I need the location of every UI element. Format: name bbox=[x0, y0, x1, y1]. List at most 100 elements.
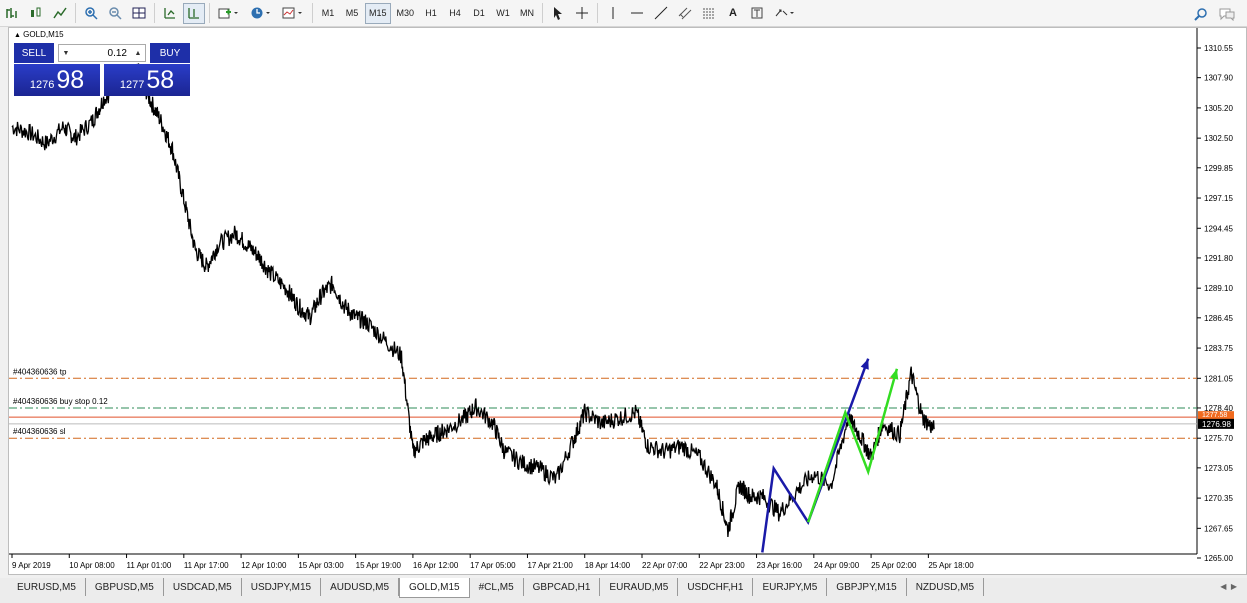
chart-tab[interactable]: EURJPY,M5 bbox=[753, 578, 828, 596]
chart-window[interactable]: 1310.55 1307.90 1305.20 1302.50 1299.85 1297.… bbox=[8, 27, 1247, 575]
tab-scroll-arrows-icon[interactable]: ◀ ▶ bbox=[1220, 582, 1237, 591]
toolbar-separator bbox=[597, 3, 599, 23]
collapse-triangle-icon[interactable]: ▲ bbox=[14, 32, 21, 39]
toolbar: M1 M5 M15 M30 H1 H4 D1 W1 MN A bbox=[0, 0, 1247, 27]
timeframe-m15[interactable]: M15 bbox=[365, 2, 391, 24]
chart-tab[interactable]: GBPJPY,M15 bbox=[827, 578, 907, 596]
text-label-icon[interactable] bbox=[746, 3, 768, 24]
toolbar-separator bbox=[542, 3, 544, 23]
x-tick-label: 25 Apr 18:00 bbox=[928, 561, 974, 570]
symbol-text: GOLD,M15 bbox=[23, 30, 64, 39]
y-tick-label: 1273.05 bbox=[1204, 464, 1233, 473]
crosshair-icon[interactable] bbox=[571, 3, 593, 24]
y-tick-label: 1294.45 bbox=[1204, 224, 1233, 233]
y-tick-label: 1270.35 bbox=[1204, 494, 1233, 503]
vertical-line-icon[interactable] bbox=[602, 3, 624, 24]
x-tick-label: 10 Apr 08:00 bbox=[69, 561, 115, 570]
y-tick-label: 1291.80 bbox=[1204, 254, 1233, 263]
order-line-label: #404360636 tp bbox=[13, 367, 67, 376]
periods-icon[interactable] bbox=[246, 3, 276, 24]
bid-price-integer: 1276 bbox=[29, 79, 55, 91]
x-tick-label: 25 Apr 02:00 bbox=[871, 561, 917, 570]
ask-price-button[interactable]: 1277 58 bbox=[104, 64, 190, 96]
timeframe-mn[interactable]: MN bbox=[516, 3, 538, 24]
sell-button[interactable]: SELL bbox=[14, 43, 54, 63]
y-tick-label: 1297.15 bbox=[1204, 194, 1233, 203]
x-tick-label: 16 Apr 12:00 bbox=[413, 561, 459, 570]
y-tick-label: 1281.05 bbox=[1204, 374, 1233, 383]
y-tick-label: 1299.85 bbox=[1204, 164, 1233, 173]
zigzag-blue-line bbox=[761, 358, 870, 553]
chart-tab[interactable]: EURUSD,M5 bbox=[8, 578, 86, 596]
lot-value[interactable]: 0.12 bbox=[73, 48, 131, 59]
price-series-line bbox=[11, 63, 935, 538]
chart-tab[interactable]: GBPCAD,H1 bbox=[524, 578, 601, 596]
one-click-trading-panel: SELL ▼ 0.12 ▲ BUY 1276 98 1277 58 bbox=[14, 43, 190, 96]
chart-tabs: EURUSD,M5 GBPUSD,M5 USDCAD,M5 USDJPY,M15 AUD… bbox=[0, 578, 1247, 603]
chart-tab[interactable]: GBPUSD,M5 bbox=[86, 578, 164, 596]
chart-symbol-label: ▲ GOLD,M15 bbox=[14, 30, 64, 39]
chart-tab[interactable]: EURAUD,M5 bbox=[600, 578, 679, 596]
y-tick-label: 1307.90 bbox=[1204, 74, 1233, 83]
chart-shift-icon[interactable] bbox=[183, 2, 205, 24]
y-tick-label: 1275.70 bbox=[1204, 434, 1233, 443]
x-tick-label: 11 Apr 01:00 bbox=[127, 561, 172, 570]
y-tick-label: 1310.55 bbox=[1204, 44, 1233, 53]
zoom-in-icon[interactable] bbox=[80, 3, 102, 24]
chart-tab[interactable]: USDCHF,H1 bbox=[678, 578, 754, 596]
zigzag-blue-line-arrowhead bbox=[860, 358, 869, 370]
x-tick-label: 12 Apr 10:00 bbox=[241, 561, 287, 570]
y-tick-label: 1286.45 bbox=[1204, 314, 1233, 323]
x-tick-label: 22 Apr 07:00 bbox=[642, 561, 688, 570]
timeframe-h1[interactable]: H1 bbox=[420, 3, 442, 24]
buy-button[interactable]: BUY bbox=[150, 43, 190, 63]
templates-icon[interactable] bbox=[278, 3, 308, 24]
candlestick-icon[interactable] bbox=[25, 3, 47, 24]
search-icon[interactable] bbox=[1190, 3, 1212, 24]
tile-windows-icon[interactable] bbox=[128, 3, 150, 24]
x-tick-label: 9 Apr 2019 bbox=[12, 561, 51, 570]
arrows-icon[interactable] bbox=[770, 3, 800, 24]
timeframe-d1[interactable]: D1 bbox=[468, 3, 490, 24]
timeframe-w1[interactable]: W1 bbox=[492, 3, 514, 24]
lot-size-field[interactable]: ▼ 0.12 ▲ bbox=[58, 44, 146, 62]
chart-tab[interactable]: GOLD,M15 bbox=[399, 578, 470, 598]
chart-tab[interactable]: USDCAD,M5 bbox=[164, 578, 242, 596]
chat-icon[interactable] bbox=[1214, 3, 1240, 24]
bar-chart-icon[interactable] bbox=[1, 3, 23, 24]
chart-tab[interactable]: #CL,M5 bbox=[470, 578, 524, 596]
bid-price-pips: 98 bbox=[56, 66, 85, 94]
text-tool[interactable]: A bbox=[722, 3, 744, 24]
x-tick-label: 23 Apr 16:00 bbox=[757, 561, 803, 570]
chart-tab[interactable]: NZDUSD,M5 bbox=[907, 578, 985, 596]
order-line-label: #404360636 sl bbox=[13, 427, 66, 436]
trendline-icon[interactable] bbox=[650, 3, 672, 24]
lot-decrease-icon[interactable]: ▼ bbox=[59, 45, 73, 61]
lot-increase-icon[interactable]: ▲ bbox=[131, 45, 145, 61]
toolbar-separator bbox=[312, 3, 313, 23]
toolbar-separator bbox=[154, 3, 155, 23]
x-tick-label: 22 Apr 23:00 bbox=[699, 561, 745, 570]
ask-price-tag-text: 1277.58 bbox=[1202, 412, 1227, 419]
timeframe-m30[interactable]: M30 bbox=[393, 3, 419, 24]
timeframe-m5[interactable]: M5 bbox=[341, 3, 363, 24]
cursor-icon[interactable] bbox=[547, 3, 569, 24]
x-tick-label: 17 Apr 05:00 bbox=[470, 561, 516, 570]
fibonacci-icon[interactable] bbox=[698, 3, 720, 24]
x-tick-label: 24 Apr 09:00 bbox=[814, 561, 860, 570]
horizontal-line-icon[interactable] bbox=[626, 3, 648, 24]
autoscroll-icon[interactable] bbox=[159, 3, 181, 24]
x-tick-label: 15 Apr 03:00 bbox=[298, 561, 344, 570]
chart-tab[interactable]: USDJPY,M15 bbox=[242, 578, 322, 596]
price-chart[interactable]: 1310.55 1307.90 1305.20 1302.50 1299.85 1297.… bbox=[9, 28, 1246, 574]
timeframe-m1[interactable]: M1 bbox=[317, 3, 339, 24]
indicators-icon[interactable] bbox=[214, 3, 244, 24]
line-chart-icon[interactable] bbox=[49, 3, 71, 24]
bid-price-button[interactable]: 1276 98 bbox=[14, 64, 100, 96]
zoom-out-icon[interactable] bbox=[104, 3, 126, 24]
chart-tab[interactable]: AUDUSD,M5 bbox=[321, 578, 400, 596]
equidistant-channel-icon[interactable] bbox=[674, 3, 696, 24]
timeframe-h4[interactable]: H4 bbox=[444, 3, 466, 24]
y-tick-label: 1283.75 bbox=[1204, 344, 1233, 353]
zigzag-green-line bbox=[806, 368, 899, 523]
